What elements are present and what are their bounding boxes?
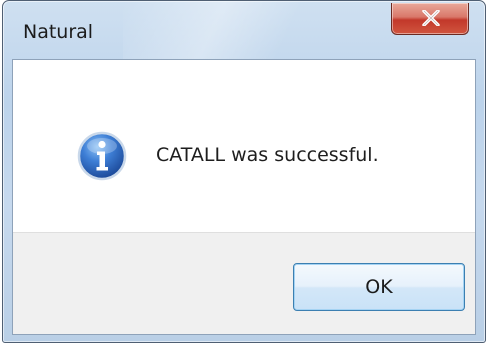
close-icon <box>422 10 440 26</box>
message-text: CATALL was successful. <box>156 144 379 166</box>
dialog-window: Natural CATALL was successful. OK <box>2 0 486 343</box>
title-bar[interactable]: Natural <box>3 1 485 59</box>
title-bar-glass <box>123 1 353 59</box>
button-bar: OK <box>13 232 475 334</box>
dialog-body: CATALL was successful. OK <box>12 59 476 335</box>
ok-button[interactable]: OK <box>293 263 465 311</box>
info-icon <box>77 131 127 181</box>
window-title: Natural <box>23 21 94 43</box>
message-area: CATALL was successful. <box>13 60 475 232</box>
close-button[interactable] <box>391 3 469 35</box>
